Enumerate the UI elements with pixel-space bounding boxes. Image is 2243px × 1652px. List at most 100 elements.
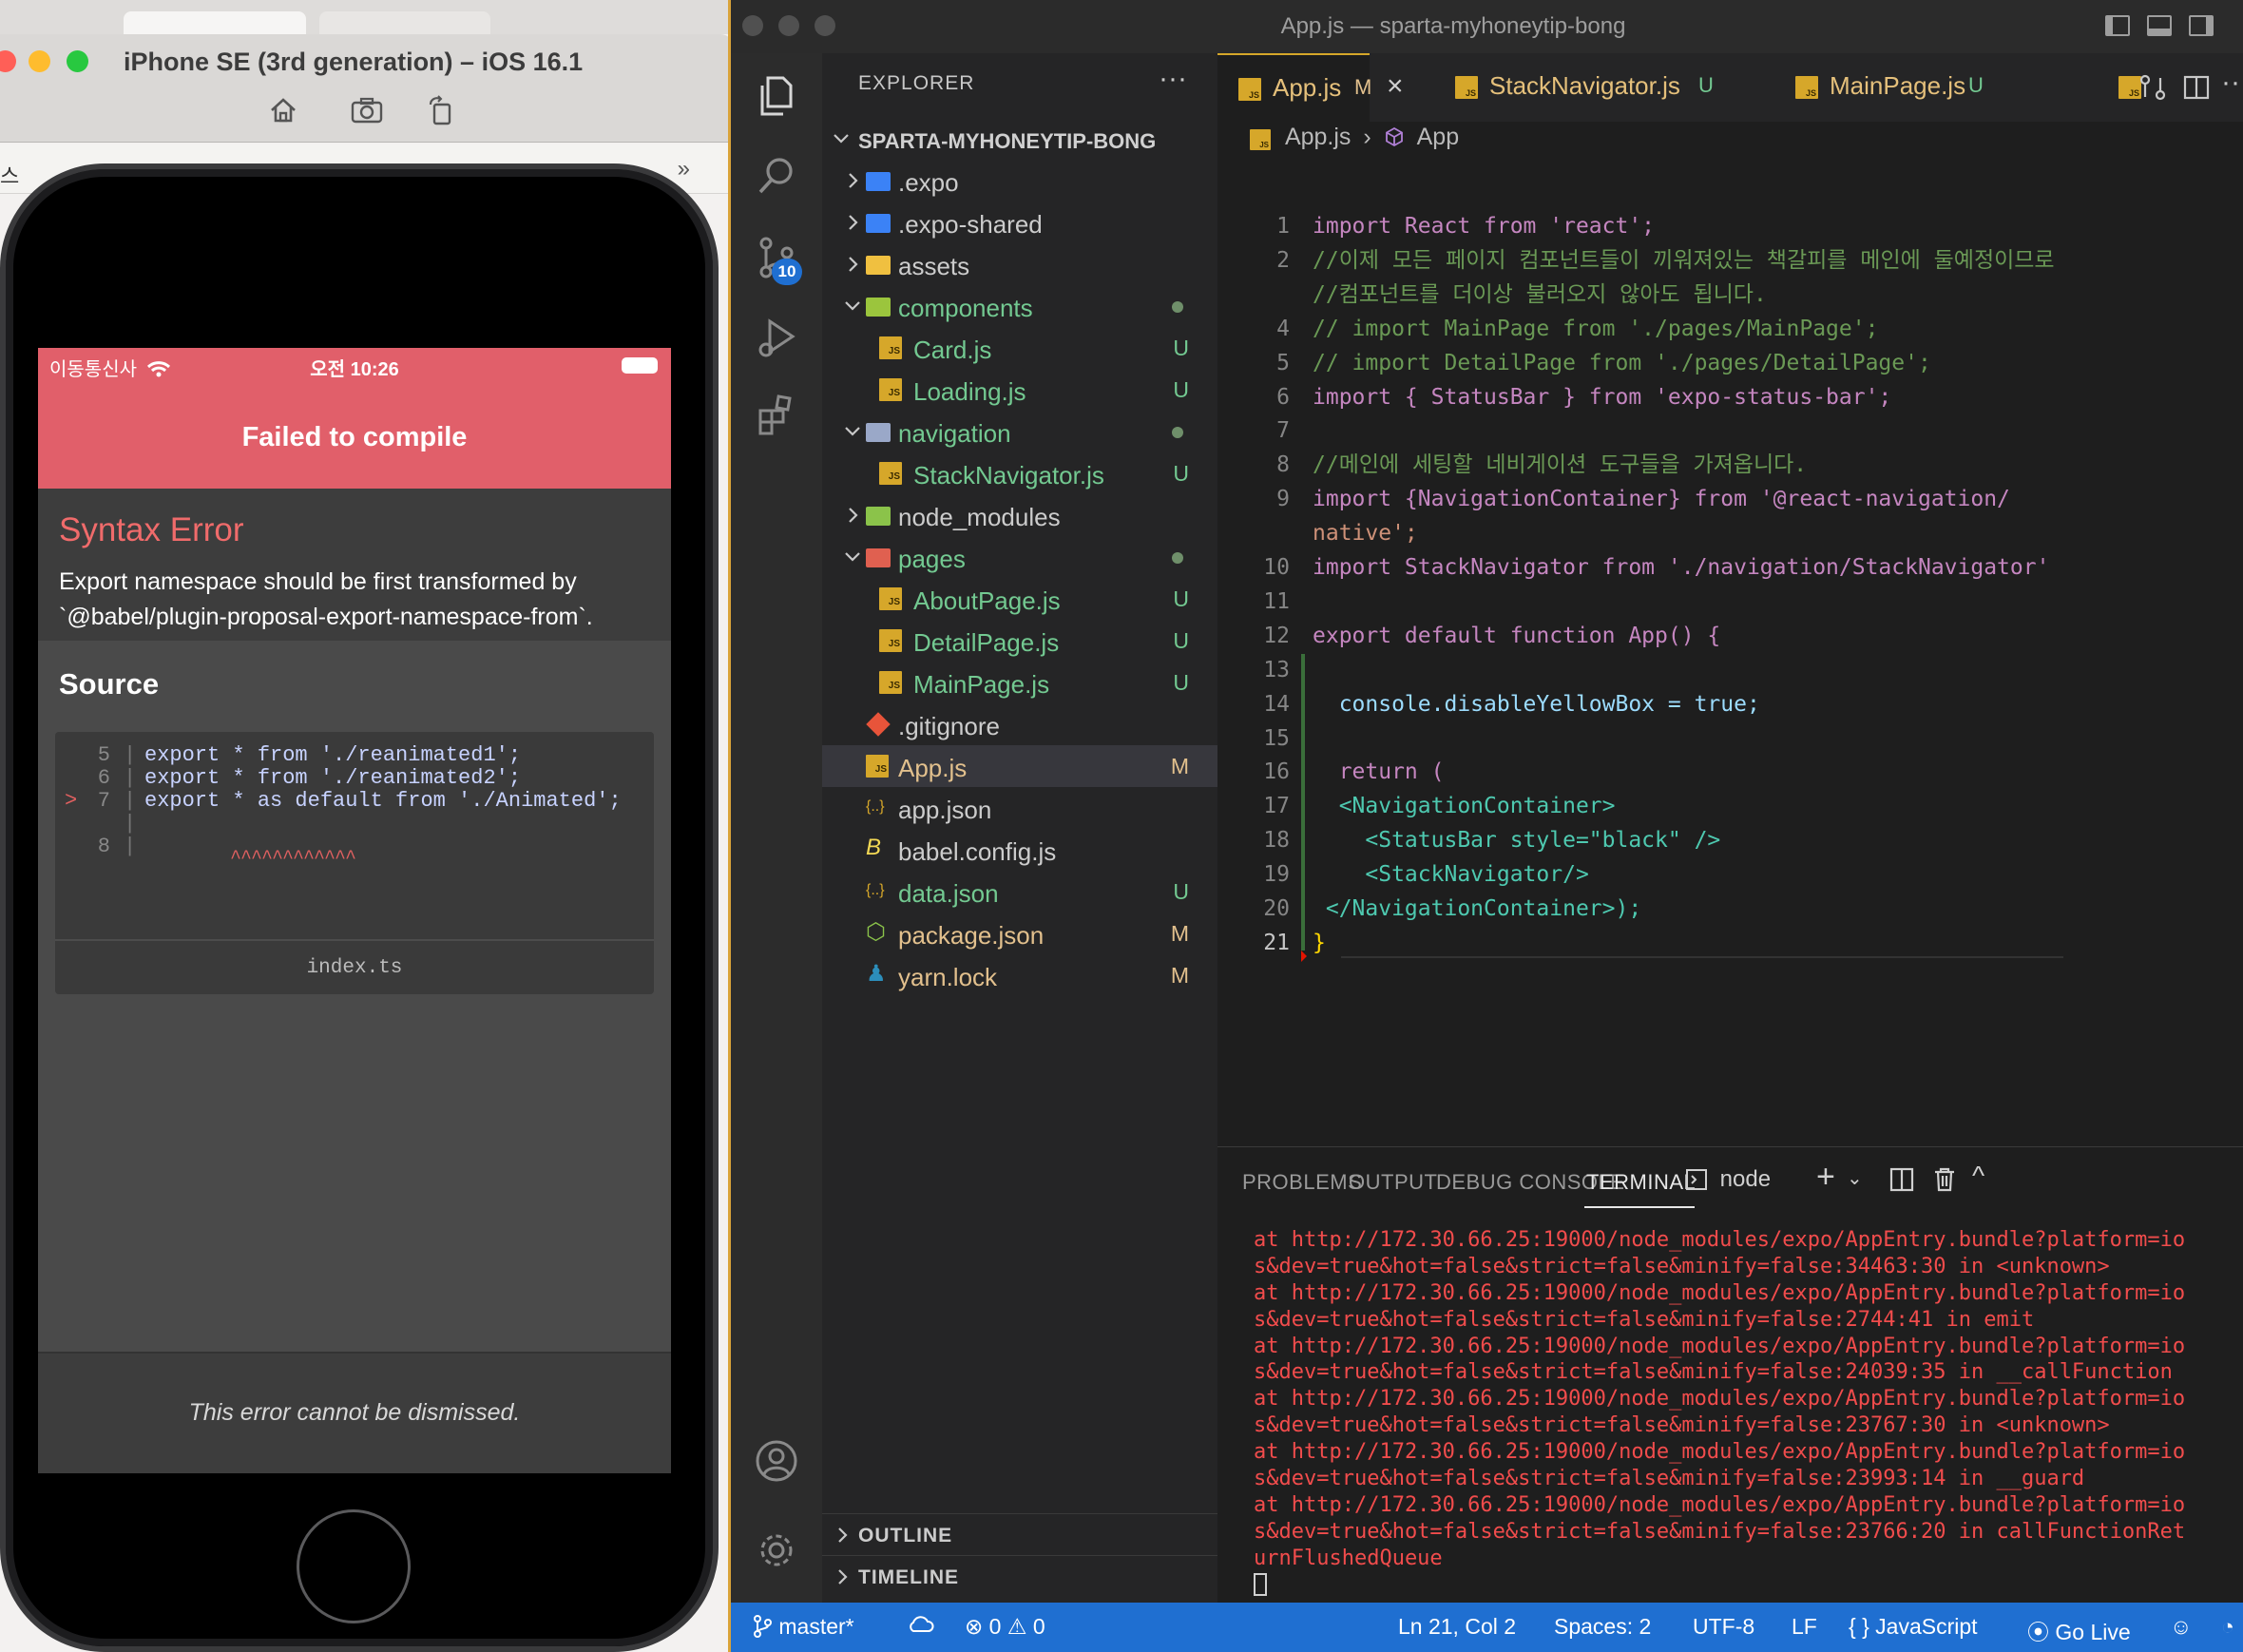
more-actions-icon[interactable]: ·· xyxy=(2221,67,2240,99)
chevron-down-icon[interactable]: ⌄ xyxy=(1847,1166,1863,1190)
tree-item[interactable]: JS App.js M xyxy=(822,745,1217,787)
tab-problems[interactable]: PROBLEMS xyxy=(1242,1170,1362,1195)
activity-bar: 10 xyxy=(731,53,822,1603)
terminal-line: at http://172.30.66.25:19000/node_module… xyxy=(1254,1280,2186,1305)
tree-item[interactable]: .expo xyxy=(822,160,1217,202)
manage-activity-button[interactable] xyxy=(731,1508,822,1593)
tree-item[interactable]: .expo-shared xyxy=(822,202,1217,243)
folder-icon xyxy=(866,507,891,526)
tab-app-js[interactable]: JS App.js M × xyxy=(1217,53,1404,122)
zoom-window-button[interactable] xyxy=(67,50,88,72)
error-caret: ^^^^^^^^^^^^ xyxy=(230,848,356,870)
tab-output[interactable]: OUTPUT xyxy=(1349,1170,1437,1195)
tab-terminal[interactable]: TERMINAL xyxy=(1586,1170,1696,1195)
workspace-root[interactable]: SPARTA-MYHONEYTIP-BONG xyxy=(822,122,1217,160)
tree-item[interactable]: {..} app.json xyxy=(822,787,1217,829)
language-mode[interactable]: { } JavaScript xyxy=(1849,1614,1978,1640)
timeline-section[interactable]: TIMELINE xyxy=(822,1555,1217,1597)
home-button[interactable] xyxy=(264,91,302,129)
indentation[interactable]: Spaces: 2 xyxy=(1554,1614,1651,1640)
code-line-text: native'; xyxy=(1313,521,1418,547)
source-line-number: 5 xyxy=(97,743,110,767)
feedback-icon[interactable]: ☺ xyxy=(2170,1614,2192,1640)
phone-screen[interactable]: 이동통신사 오전 10:26 Failed to compile Syntax … xyxy=(38,348,671,1473)
code-line-text: return ( xyxy=(1313,759,1445,785)
source-control-activity-button[interactable]: 10 xyxy=(731,215,822,300)
tab-mainpage-js[interactable]: JS MainPage.js U xyxy=(1774,53,2060,122)
tab-status: U xyxy=(1968,73,1984,97)
tree-item[interactable]: pages xyxy=(822,536,1217,578)
source-line-code: export * from './reanimated2'; xyxy=(144,766,522,790)
split-terminal-icon[interactable] xyxy=(1888,1166,1915,1193)
breadcrumb-file[interactable]: App.js xyxy=(1285,124,1351,150)
problems-indicator[interactable]: ⊗ 0 ⚠ 0 xyxy=(965,1614,1045,1640)
tree-item[interactable]: JS DetailPage.js U xyxy=(822,620,1217,662)
more-actions-icon[interactable]: ··· xyxy=(1159,63,1187,95)
files-icon xyxy=(760,76,793,116)
accounts-activity-button[interactable] xyxy=(731,1418,822,1504)
minimize-window-button[interactable] xyxy=(29,50,50,72)
maximize-panel-icon[interactable]: ^ xyxy=(1972,1161,1984,1191)
extensions-activity-button[interactable] xyxy=(731,373,822,458)
tree-item[interactable]: JS StackNavigator.js U xyxy=(822,452,1217,494)
tree-item[interactable]: Bbabel.config.js xyxy=(822,829,1217,871)
tree-item[interactable]: node_modules xyxy=(822,494,1217,536)
close-tab-icon[interactable]: × xyxy=(1387,70,1404,103)
new-terminal-icon[interactable]: + xyxy=(1816,1159,1835,1196)
tab-label: App.js xyxy=(1273,73,1342,102)
tree-item[interactable]: JS MainPage.js U xyxy=(822,662,1217,703)
explorer-activity-button[interactable] xyxy=(731,53,822,139)
source-code-box[interactable]: 5 | export * from './reanimated1'; 6 | export… xyxy=(55,732,654,994)
tree-item-label: .gitignore xyxy=(898,712,1000,740)
terminal-output[interactable]: at http://172.30.66.25:19000/node_module… xyxy=(1254,1227,2242,1572)
outline-section[interactable]: OUTLINE xyxy=(822,1513,1217,1555)
toggle-panel-icon[interactable] xyxy=(2147,15,2172,36)
git-icon xyxy=(866,712,891,737)
phone-home-button[interactable] xyxy=(297,1509,411,1623)
encoding[interactable]: UTF-8 xyxy=(1693,1614,1754,1640)
tree-item[interactable]: JS Loading.js U xyxy=(822,369,1217,411)
breadcrumb-symbol[interactable]: App xyxy=(1417,124,1459,150)
line-number: 5 xyxy=(1276,350,1290,375)
run-debug-activity-button[interactable] xyxy=(731,295,822,380)
toggle-sidebar-icon[interactable] xyxy=(2105,15,2130,36)
trash-icon[interactable] xyxy=(1932,1166,1957,1193)
split-editor-icon[interactable] xyxy=(2181,72,2212,103)
tree-item[interactable]: .gitignore xyxy=(822,703,1217,745)
tree-item[interactable]: JS AboutPage.js U xyxy=(822,578,1217,620)
rotate-button[interactable] xyxy=(422,91,460,129)
source-line-gutter: | xyxy=(124,766,137,790)
cursor-position[interactable]: Ln 21, Col 2 xyxy=(1398,1614,1516,1640)
javascript-file-icon: JS xyxy=(879,336,902,359)
toggle-secondary-sidebar-icon[interactable] xyxy=(2189,15,2214,36)
tree-item[interactable]: components xyxy=(822,285,1217,327)
end-of-line[interactable]: LF xyxy=(1792,1614,1817,1640)
line-number: 17 xyxy=(1263,794,1290,819)
branch-indicator[interactable]: master* xyxy=(752,1614,854,1640)
warning-icon: ⚠ xyxy=(1006,1614,1027,1639)
tree-item[interactable]: JS Card.js U xyxy=(822,327,1217,369)
sync-icon[interactable] xyxy=(906,1614,934,1641)
tree-item[interactable]: {..} data.json U xyxy=(822,871,1217,912)
line-number: 19 xyxy=(1263,862,1290,888)
git-status-badge: U xyxy=(1173,377,1189,402)
git-status-badge: M xyxy=(1170,963,1189,988)
compare-changes-icon[interactable] xyxy=(2138,72,2168,103)
tree-item[interactable]: navigation xyxy=(822,411,1217,452)
close-window-button[interactable] xyxy=(0,50,16,72)
line-number: 13 xyxy=(1263,657,1290,682)
tree-item-label: MainPage.js xyxy=(913,670,1050,699)
screenshot-button[interactable] xyxy=(348,91,386,129)
gutter-deleted-marker xyxy=(1301,951,1307,962)
code-line-text: import {NavigationContainer} from '@reac… xyxy=(1313,487,2010,512)
notifications-icon[interactable]: ◔ xyxy=(2221,1614,2234,1640)
tree-item[interactable]: assets xyxy=(822,243,1217,285)
home-icon xyxy=(271,98,296,123)
terminal-shell-selector[interactable]: node xyxy=(1685,1166,1771,1193)
search-activity-button[interactable] xyxy=(731,133,822,219)
tab-stacknavigator-js[interactable]: JS StackNavigator.js U xyxy=(1434,53,1776,122)
chevron-down-icon xyxy=(845,552,860,562)
go-live-button[interactable]: ⦿ Go Live xyxy=(2027,1614,2131,1646)
tree-item[interactable]: ♟ yarn.lock M xyxy=(822,954,1217,996)
tree-item[interactable]: ⬡ package.json M xyxy=(822,912,1217,954)
